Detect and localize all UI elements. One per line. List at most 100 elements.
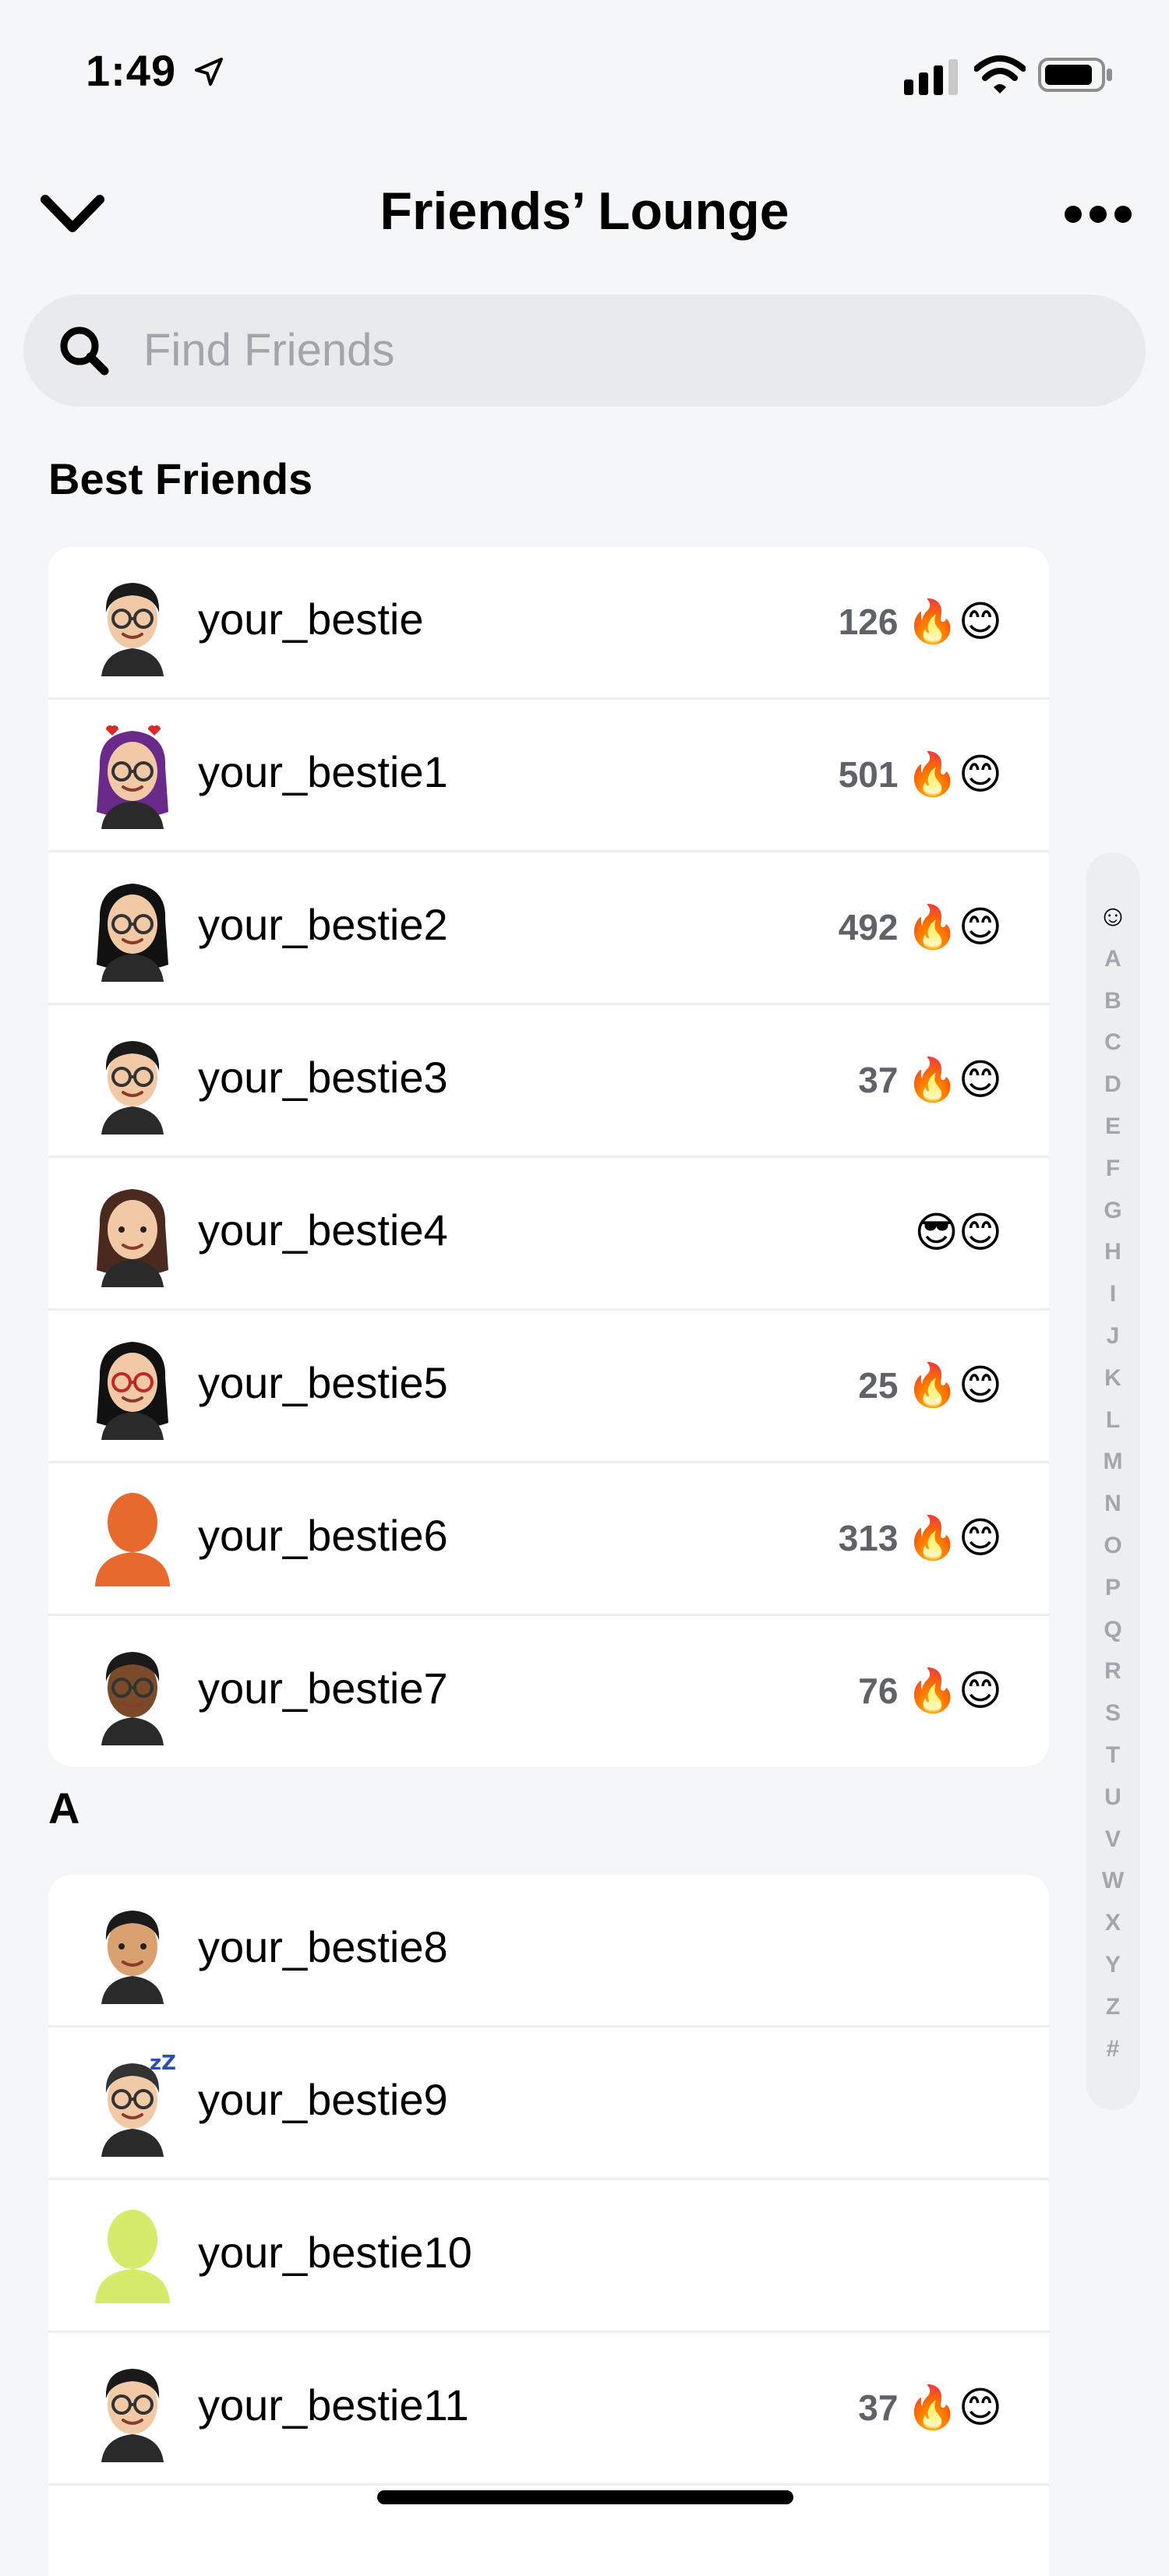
alphabet-index-scrubber[interactable]: ☺ A B C D E F G H I J K L M N O P Q R S T U V W X Y Z # xyxy=(1086,852,1140,2110)
friend-emoji-icon: 🔥😊 xyxy=(906,597,1002,646)
avatar[interactable] xyxy=(78,1331,187,1440)
avatar[interactable] xyxy=(78,2200,187,2310)
index-letter[interactable]: F xyxy=(1086,1148,1140,1190)
avatar[interactable] xyxy=(78,720,187,829)
index-letter[interactable]: S xyxy=(1086,1692,1140,1734)
svg-text:zZ: zZ xyxy=(150,2052,176,2075)
friend-status: 37 🔥😊 xyxy=(858,1049,1002,1111)
avatar[interactable] xyxy=(78,1025,187,1134)
index-letter[interactable]: W xyxy=(1086,1860,1140,1902)
streak-count: 492 xyxy=(838,907,899,947)
index-letter[interactable]: R xyxy=(1086,1650,1140,1692)
index-letter[interactable]: U xyxy=(1086,1777,1140,1819)
friend-name: your_bestie1 xyxy=(198,747,448,796)
avatar[interactable]: zZ xyxy=(78,2048,187,2157)
page-title: Friends’ Lounge xyxy=(380,182,789,241)
friend-name: your_bestie4 xyxy=(198,1205,448,1254)
index-letter[interactable]: J xyxy=(1086,1315,1140,1357)
friends-list-a: your_bestie8 zZ your_bestie9 your_bestie10… xyxy=(48,1875,1049,2576)
friend-row[interactable]: your_bestie3 37 🔥😊 xyxy=(48,1005,1049,1158)
status-time: 1:49 xyxy=(86,46,177,95)
friend-emoji-icon: 🔥😊 xyxy=(906,1055,1002,1104)
index-letter[interactable]: Y xyxy=(1086,1944,1140,1986)
avatar[interactable] xyxy=(78,873,187,982)
index-letter[interactable]: K xyxy=(1086,1357,1140,1399)
friend-emoji-icon: 🔥😊 xyxy=(906,1360,1002,1410)
friend-row[interactable]: your_bestie10 xyxy=(48,2180,1049,2333)
friend-name: your_bestie10 xyxy=(198,2228,472,2277)
index-letter[interactable]: T xyxy=(1086,1734,1140,1777)
friend-name: your_bestie xyxy=(198,595,424,644)
search-placeholder: Find Friends xyxy=(143,325,395,376)
index-letter[interactable]: H xyxy=(1086,1231,1140,1273)
index-letter[interactable]: B xyxy=(1086,980,1140,1022)
avatar[interactable] xyxy=(78,567,187,676)
index-letter[interactable]: M xyxy=(1086,1441,1140,1483)
wifi-icon xyxy=(974,55,1026,94)
battery-icon xyxy=(1038,58,1112,92)
more-options-icon[interactable] xyxy=(1063,203,1133,226)
friend-status xyxy=(994,1918,1002,1981)
search-input[interactable]: Find Friends xyxy=(23,295,1146,407)
friend-row[interactable]: your_bestie6 313 🔥😊 xyxy=(48,1463,1049,1616)
index-letter[interactable]: X xyxy=(1086,1902,1140,1944)
friend-row[interactable]: your_bestie11 37 🔥😊 xyxy=(48,2333,1049,2486)
avatar[interactable] xyxy=(78,1178,187,1287)
friend-name: your_bestie5 xyxy=(198,1358,448,1407)
index-letter[interactable]: L xyxy=(1086,1399,1140,1442)
index-letter[interactable]: A xyxy=(1086,938,1140,980)
best-friends-list: your_bestie 126 🔥😊 your_bestie1 501 🔥😊 your_be… xyxy=(48,547,1049,1766)
avatar[interactable] xyxy=(78,1895,187,2004)
avatar[interactable] xyxy=(78,1636,187,1745)
index-letter[interactable]: Z xyxy=(1086,1986,1140,2028)
streak-count: 37 xyxy=(858,2387,899,2428)
streak-count: 126 xyxy=(838,602,899,642)
friend-emoji-icon: 🔥😊 xyxy=(906,1666,1002,1715)
friend-row[interactable]: your_bestie7 76 🔥😊 xyxy=(48,1616,1049,1766)
friend-name: your_bestie8 xyxy=(198,1922,448,1971)
friend-status: 313 🔥😊 xyxy=(839,1507,1002,1569)
index-letter[interactable]: N xyxy=(1086,1483,1140,1525)
friend-status: 492 🔥😊 xyxy=(839,896,1002,958)
section-title-best-friends: Best Friends xyxy=(48,454,313,503)
friend-emoji-icon: 🔥😊 xyxy=(906,1513,1002,1562)
friend-name: your_bestie11 xyxy=(198,2380,469,2430)
friend-row[interactable]: zZ your_bestie9 xyxy=(48,2027,1049,2180)
friend-emoji-icon: 😎😊 xyxy=(914,1208,1002,1257)
index-friends-face-icon[interactable]: ☺ xyxy=(1086,896,1140,938)
friend-row[interactable]: your_bestie2 492 🔥😊 xyxy=(48,852,1049,1005)
friend-emoji-icon: 🔥😊 xyxy=(906,2383,1002,2432)
streak-count: 313 xyxy=(838,1518,899,1558)
friend-row[interactable]: your_bestie5 25 🔥😊 xyxy=(48,1311,1049,1463)
index-letter[interactable]: I xyxy=(1086,1273,1140,1315)
index-letter[interactable]: O xyxy=(1086,1525,1140,1567)
home-indicator xyxy=(377,2490,793,2504)
location-arrow-icon xyxy=(195,58,223,86)
index-letter[interactable]: V xyxy=(1086,1819,1140,1861)
friend-status: 😎😊 xyxy=(906,1202,1002,1264)
friend-status: 126 🔥😊 xyxy=(839,591,1002,653)
avatar[interactable] xyxy=(78,2353,187,2462)
friend-row[interactable]: your_bestie8 xyxy=(48,1875,1049,2027)
index-letter[interactable]: # xyxy=(1086,2028,1140,2070)
friend-row[interactable]: your_bestie4 😎😊 xyxy=(48,1158,1049,1311)
cellular-signal-icon xyxy=(904,59,958,95)
index-letter[interactable]: G xyxy=(1086,1190,1140,1232)
friend-status: 501 🔥😊 xyxy=(839,743,1002,806)
index-letter[interactable]: P xyxy=(1086,1567,1140,1609)
streak-count: 76 xyxy=(858,1671,899,1711)
friend-row[interactable]: your_bestie1 501 🔥😊 xyxy=(48,700,1049,852)
index-letter[interactable]: E xyxy=(1086,1106,1140,1148)
friend-status: 37 🔥😊 xyxy=(858,2377,1002,2439)
status-bar: 1:49 xyxy=(0,0,1169,140)
friend-status: 76 🔥😊 xyxy=(858,1660,1002,1722)
index-letter[interactable]: C xyxy=(1086,1022,1140,1064)
friend-name: your_bestie9 xyxy=(198,2075,448,2124)
friend-row[interactable]: your_bestie 126 🔥😊 xyxy=(48,547,1049,700)
streak-count: 37 xyxy=(858,1060,899,1100)
section-title-a: A xyxy=(48,1784,80,1833)
index-letter[interactable]: D xyxy=(1086,1064,1140,1106)
avatar[interactable] xyxy=(78,1484,187,1593)
index-letter[interactable]: Q xyxy=(1086,1609,1140,1651)
avatar[interactable] xyxy=(78,2506,187,2576)
